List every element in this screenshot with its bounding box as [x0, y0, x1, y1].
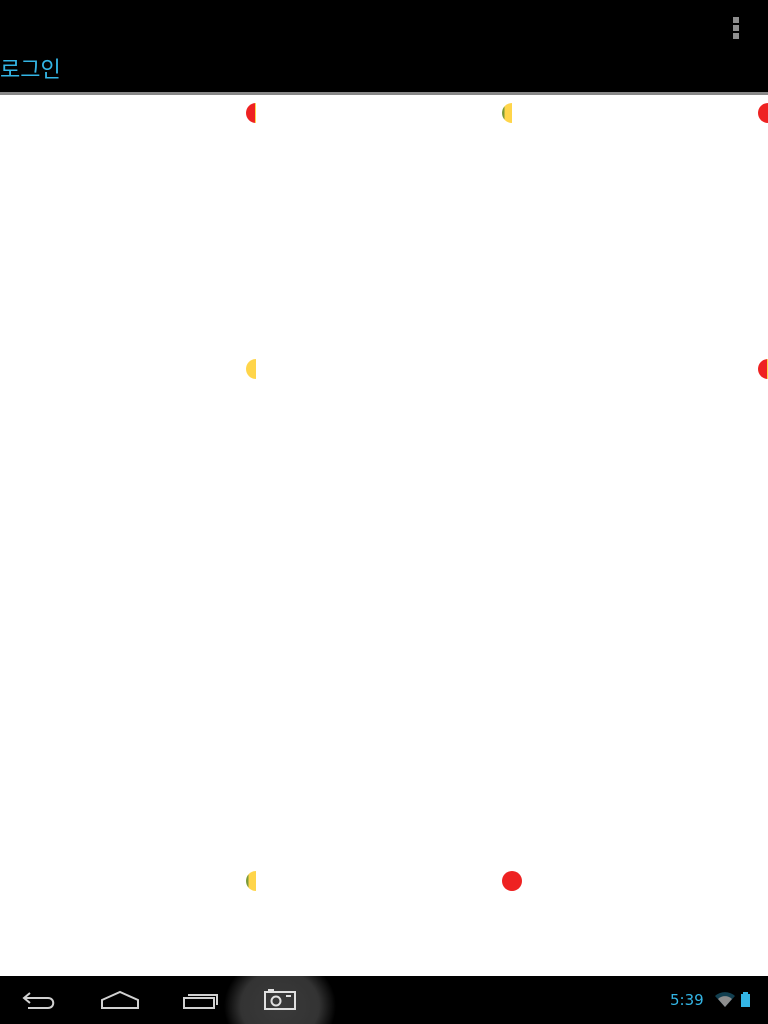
marker-top-center	[502, 103, 512, 123]
marker-middle-right	[758, 359, 768, 379]
system-navigation-bar: 5:39	[0, 976, 768, 1024]
overflow-menu-icon	[733, 17, 739, 23]
screenshot-button[interactable]	[240, 976, 320, 1024]
home-button[interactable]	[80, 976, 160, 1024]
back-button[interactable]	[0, 976, 80, 1024]
wifi-icon	[715, 992, 735, 1007]
marker-bottom-left	[246, 871, 256, 891]
recent-apps-button[interactable]	[160, 976, 240, 1024]
back-icon	[22, 992, 55, 1009]
home-icon	[101, 990, 139, 1009]
overflow-menu-button[interactable]	[722, 10, 750, 46]
marker-top-left	[246, 103, 256, 123]
screen-title: 로그인	[0, 58, 61, 83]
status-time: 5:39	[670, 991, 704, 1009]
marker-top-right	[758, 103, 768, 123]
camera-icon	[264, 989, 296, 1010]
login-content[interactable]	[0, 95, 768, 976]
marker-middle-center	[246, 359, 256, 379]
recent-apps-icon	[183, 994, 218, 1009]
battery-icon	[741, 992, 750, 1007]
pattern-markers	[0, 95, 768, 976]
marker-bottom-center	[502, 871, 522, 891]
action-bar: 로그인	[0, 0, 768, 92]
